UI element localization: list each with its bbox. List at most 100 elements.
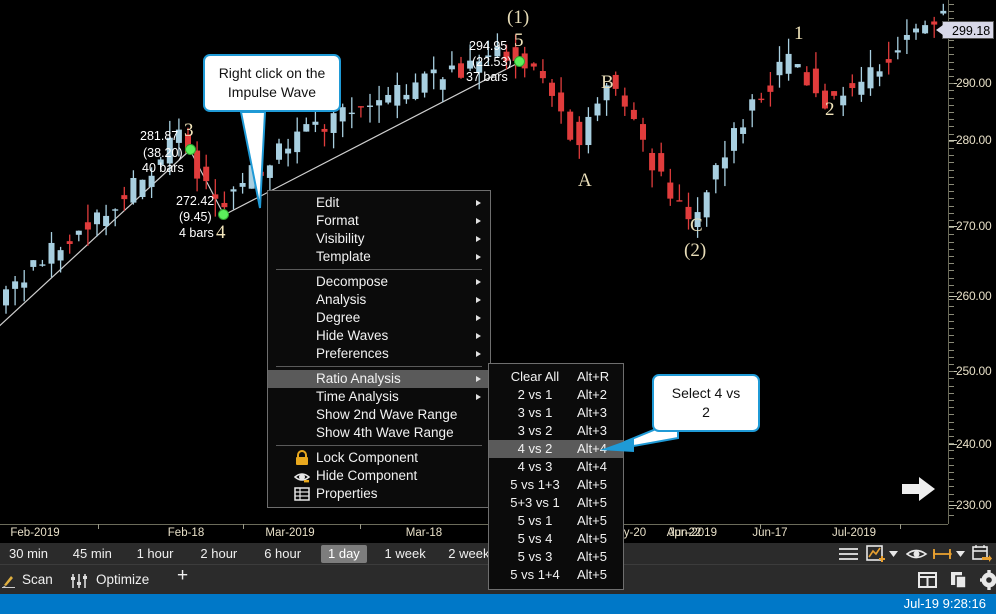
menu-item-format[interactable]: Format bbox=[268, 212, 490, 230]
copy-icon[interactable] bbox=[950, 571, 970, 589]
price-minor-tick bbox=[949, 270, 954, 271]
ratio-item-shortcut: Alt+3 bbox=[577, 404, 607, 422]
date-tick-label: Mar-18 bbox=[406, 527, 442, 539]
price-minor-tick bbox=[949, 148, 954, 149]
price-minor-tick bbox=[949, 134, 954, 135]
price-minor-tick bbox=[949, 472, 954, 473]
wave4-bars: 4 bars bbox=[179, 226, 214, 240]
price-minor-tick bbox=[949, 62, 954, 63]
submenu-arrow-icon bbox=[476, 254, 481, 260]
price-minor-tick bbox=[949, 83, 954, 84]
layout-panes-icon[interactable] bbox=[918, 571, 938, 589]
menu-item-template[interactable]: Template bbox=[268, 248, 490, 266]
chevron-down-icon-2[interactable] bbox=[956, 550, 966, 558]
wave-label-degree-2: (2) bbox=[684, 240, 706, 262]
submenu-arrow-icon bbox=[476, 297, 481, 303]
calendar-forward-icon[interactable] bbox=[972, 545, 992, 563]
ratio-analysis-submenu[interactable]: Clear AllAlt+R2 vs 1Alt+23 vs 1Alt+33 vs… bbox=[488, 363, 624, 590]
ratio-item-5-3-vs-1[interactable]: 5+3 vs 1Alt+5 bbox=[489, 494, 623, 512]
menu-item-show-2nd-wave-range[interactable]: Show 2nd Wave Range bbox=[268, 406, 490, 424]
menu-item-hide-waves[interactable]: Hide Waves bbox=[268, 327, 490, 345]
wave5-price: 294.95 bbox=[469, 39, 507, 53]
ratio-item-5-vs-1-4[interactable]: 5 vs 1+4Alt+5 bbox=[489, 566, 623, 584]
wave-label-3: 3 bbox=[184, 120, 194, 142]
ratio-item-4-vs-3[interactable]: 4 vs 3Alt+4 bbox=[489, 458, 623, 476]
list-lines-icon[interactable] bbox=[838, 546, 860, 562]
menu-item-label: Edit bbox=[316, 195, 339, 210]
menu-item-visibility[interactable]: Visibility bbox=[268, 230, 490, 248]
price-minor-tick bbox=[949, 112, 954, 113]
price-minor-tick bbox=[949, 76, 954, 77]
price-minor-tick bbox=[949, 443, 954, 444]
add-tab-button[interactable]: + bbox=[177, 566, 188, 586]
ratio-item-3-vs-1[interactable]: 3 vs 1Alt+3 bbox=[489, 404, 623, 422]
menu-item-properties[interactable]: Properties bbox=[268, 485, 490, 503]
menu-item-decompose[interactable]: Decompose bbox=[268, 273, 490, 291]
ratio-item-5-vs-1-3[interactable]: 5 vs 1+3Alt+5 bbox=[489, 476, 623, 494]
menu-item-label: Format bbox=[316, 213, 359, 228]
horizontal-resize-icon[interactable] bbox=[933, 547, 955, 561]
date-tick-label: Jun-17 bbox=[752, 527, 787, 539]
scan-button[interactable]: Scan bbox=[22, 570, 53, 590]
submenu-arrow-icon bbox=[476, 351, 481, 357]
price-minor-tick bbox=[949, 486, 954, 487]
ratio-item-label: 5 vs 1+3 bbox=[497, 476, 573, 494]
menu-item-ratio-analysis[interactable]: Ratio Analysis bbox=[268, 370, 490, 388]
timeframe-1-hour[interactable]: 1 hour bbox=[130, 545, 181, 563]
component-context-menu[interactable]: Edit Format VisibilityTemplate DecomposeAna… bbox=[267, 190, 491, 508]
ratio-item-clear-all[interactable]: Clear AllAlt+R bbox=[489, 368, 623, 386]
eye-icon[interactable] bbox=[906, 547, 928, 561]
price-minor-tick bbox=[949, 386, 954, 387]
price-minor-tick bbox=[949, 155, 954, 156]
date-axis[interactable]: Feb-2019Feb-18Mar-2019Mar-18Apr-2019Apr-… bbox=[0, 524, 948, 542]
price-minor-tick bbox=[949, 378, 954, 379]
pivot-dot-wave3[interactable] bbox=[185, 144, 196, 155]
scroll-right-arrow[interactable] bbox=[902, 476, 936, 502]
pivot-dot-wave5[interactable] bbox=[514, 56, 525, 67]
price-minor-tick bbox=[949, 515, 954, 516]
optimize-button[interactable]: Optimize bbox=[96, 570, 149, 590]
price-tick-label: 260.00 bbox=[956, 289, 992, 303]
price-minor-tick bbox=[949, 47, 954, 48]
timeframe-1-day[interactable]: 1 day bbox=[321, 545, 367, 563]
timeframe-45-min[interactable]: 45 min bbox=[66, 545, 119, 563]
ratio-item-2-vs-1[interactable]: 2 vs 1Alt+2 bbox=[489, 386, 623, 404]
menu-item-label: Hide Component bbox=[316, 468, 417, 483]
menu-item-hide-component[interactable]: Hide Component bbox=[268, 467, 490, 485]
menu-item-label: Show 4th Wave Range bbox=[316, 425, 454, 440]
menu-item-show-4th-wave-range[interactable]: Show 4th Wave Range bbox=[268, 424, 490, 442]
timeframe-1-week[interactable]: 1 week bbox=[378, 545, 433, 563]
menu-item-lock-component[interactable]: Lock Component bbox=[268, 449, 490, 467]
price-tick-label: 250.00 bbox=[956, 364, 992, 378]
price-axis[interactable]: 290.00280.00270.00260.00250.00240.00230.… bbox=[948, 0, 996, 524]
timeframe-2-hour[interactable]: 2 hour bbox=[193, 545, 244, 563]
status-timestamp: Jul-19 9:28:16 bbox=[904, 596, 986, 611]
price-tick-label: 240.00 bbox=[956, 437, 992, 451]
timeframe-6-hour[interactable]: 6 hour bbox=[257, 545, 308, 563]
menu-item-analysis[interactable]: Analysis bbox=[268, 291, 490, 309]
price-minor-tick bbox=[949, 299, 954, 300]
add-chart-icon[interactable] bbox=[866, 545, 888, 563]
menu-item-time-analysis[interactable]: Time Analysis bbox=[268, 388, 490, 406]
submenu-arrow-icon bbox=[476, 394, 481, 400]
timeframe-30-min[interactable]: 30 min bbox=[2, 545, 55, 563]
ratio-item-5-vs-1[interactable]: 5 vs 1Alt+5 bbox=[489, 512, 623, 530]
ratio-item-5-vs-3[interactable]: 5 vs 3Alt+5 bbox=[489, 548, 623, 566]
price-minor-tick bbox=[949, 220, 954, 221]
gear-icon[interactable] bbox=[980, 570, 996, 590]
date-separator bbox=[98, 524, 99, 529]
price-minor-tick bbox=[949, 119, 954, 120]
submenu-arrow-icon bbox=[476, 333, 481, 339]
price-minor-tick bbox=[949, 278, 954, 279]
wave3-bars: 40 bars bbox=[142, 161, 184, 175]
chevron-down-icon[interactable] bbox=[889, 550, 899, 558]
price-minor-tick bbox=[949, 371, 954, 372]
wave-label-a: A bbox=[578, 170, 592, 192]
date-separator bbox=[760, 524, 761, 529]
menu-item-degree[interactable]: Degree bbox=[268, 309, 490, 327]
price-major-tick bbox=[949, 505, 957, 506]
menu-item-preferences[interactable]: Preferences bbox=[268, 345, 490, 363]
menu-item-edit[interactable]: Edit bbox=[268, 194, 490, 212]
ratio-item-5-vs-4[interactable]: 5 vs 4Alt+5 bbox=[489, 530, 623, 548]
submenu-arrow-icon bbox=[476, 376, 481, 382]
